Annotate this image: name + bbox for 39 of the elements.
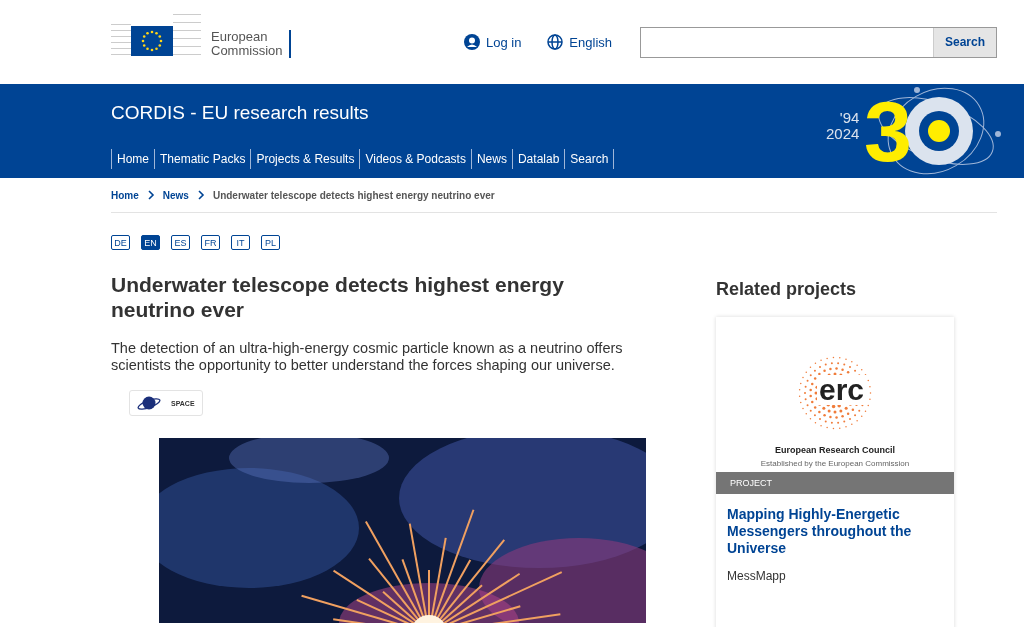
planet-icon (137, 394, 161, 412)
anniversary-years: '94 2024 (826, 110, 860, 142)
language-bubble[interactable]: EN (141, 235, 160, 250)
search-field[interactable]: Search (640, 26, 997, 58)
chevron-icon (196, 190, 205, 200)
nav-link[interactable]: Datalab (512, 149, 566, 169)
nav-link[interactable]: Home (112, 149, 155, 169)
nav-link[interactable]: News (471, 149, 513, 169)
language-bubble[interactable]: ES (171, 235, 190, 250)
globe-icon (547, 34, 564, 50)
article-summary: The detection of an ultra-high-energy cosmic particle known as a neutrino offers scientists the opportunity to better understand the forces shaping our universe. (111, 340, 624, 374)
card-type-label: PROJECT (716, 472, 954, 494)
user-icon (463, 34, 480, 50)
language-bubble[interactable]: IT (231, 235, 250, 250)
site-title: CORDIS - EU research results (111, 102, 370, 124)
login-link[interactable]: Log in (463, 34, 522, 50)
language-link[interactable]: English (547, 34, 612, 50)
project-card[interactable]: erc European Research Council Established by the European Commission PROJECT Mapping Highly-Energetic Messengers throughout the Universe MessMapp (716, 317, 954, 627)
logo-subtitle: Established by the European Commission (760, 459, 910, 468)
section-heading: Related projects (716, 279, 858, 300)
nav-link[interactable]: Projects & Results (251, 149, 361, 169)
language-bubble[interactable]: DE (111, 235, 130, 250)
logo-text: European Commission (211, 30, 291, 58)
language-bubble[interactable]: FR (201, 235, 220, 250)
logo-mark: erc (817, 375, 867, 405)
breadcrumb-current: Underwater telescope detects highest energy neutrino ever (212, 189, 495, 201)
chevron-icon (146, 190, 155, 200)
project-acronym: MessMapp (726, 568, 787, 583)
search-button[interactable]: Search (932, 27, 996, 57)
language-bubble[interactable]: PL (261, 235, 280, 250)
breadcrumb-link[interactable]: Home (111, 189, 139, 201)
project-title[interactable]: Mapping Highly-Energetic Messengers throughout the Universe (716, 494, 954, 557)
breadcrumb-link[interactable]: News (162, 189, 189, 201)
article-title: Underwater telescope detects highest energy neutrino ever (111, 272, 565, 322)
nav-link[interactable]: Videos & Podcasts (360, 149, 472, 169)
logo-name: European Research Council (774, 445, 895, 455)
nav-link[interactable]: Thematic Packs (155, 149, 252, 169)
nav-link[interactable]: Search (565, 149, 615, 169)
anniversary-number: 3 (864, 86, 912, 176)
